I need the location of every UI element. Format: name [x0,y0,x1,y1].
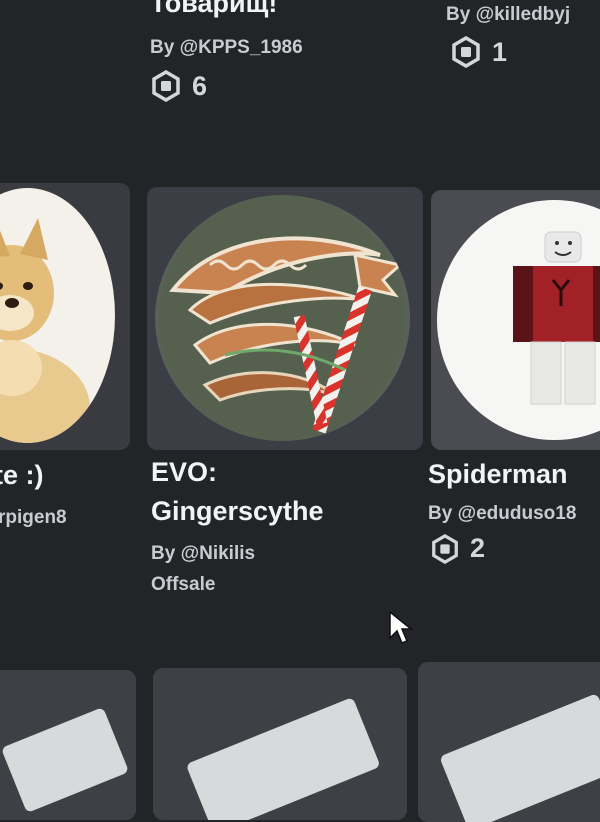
ticket-placeholder-icon [2,708,128,812]
doge-image [0,218,90,443]
item-thumbnail-tile[interactable] [0,183,130,450]
item-price: 2 [430,533,485,564]
item-price: 6 [150,70,207,102]
item-creator[interactable]: rpigen8 [0,506,67,530]
item-creator[interactable]: By @eduduso18 [428,502,576,526]
gingerscythe-image [159,195,405,441]
item-title-line2[interactable]: Gingerscythe [151,494,324,528]
item-thumbnail-placeholder[interactable] [153,668,407,820]
item-title-line1[interactable]: EVO: [151,455,217,489]
item-price: 1 [450,36,507,68]
item-creator[interactable]: By @KPPS_1986 [150,36,303,60]
item-thumbnail-tile[interactable] [431,190,600,450]
item-title[interactable]: Товарищ! [150,0,277,20]
ticket-placeholder-icon [441,694,600,822]
robux-icon [152,70,180,102]
ticket-placeholder-icon [187,698,379,820]
robux-icon [432,533,458,564]
item-title[interactable]: Spiderman [428,457,568,491]
thumbnail-circle [437,200,600,440]
price-value: 6 [192,70,208,101]
mouse-pointer-icon [389,610,414,644]
item-thumbnail-placeholder[interactable] [0,670,136,820]
item-creator[interactable]: By @killedbyj [446,3,570,27]
price-value: 2 [470,533,486,563]
price-value: 1 [492,36,508,67]
item-thumbnail-placeholder[interactable] [418,662,600,822]
robux-icon [452,36,480,68]
item-thumbnail-tile[interactable] [147,187,423,450]
offsale-label: Offsale [151,574,216,595]
thumbnail-circle [0,188,115,443]
thumbnail-circle [155,195,410,441]
item-creator[interactable]: By @Nikilis [151,542,255,566]
spiderman-avatar-image [513,231,600,405]
item-title[interactable]: te :) [0,458,44,492]
